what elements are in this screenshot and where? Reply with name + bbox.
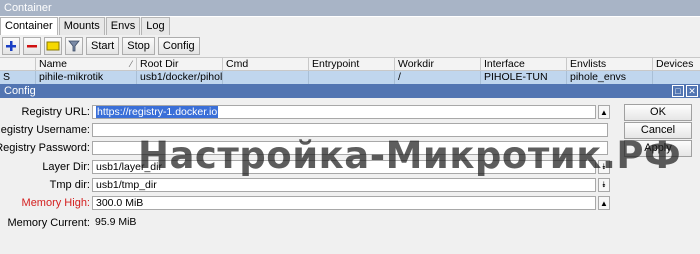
tmp-dir-label: Tmp dir: xyxy=(49,179,90,191)
memory-high-input[interactable]: 300.0 MiB xyxy=(92,196,596,210)
tab-mounts[interactable]: Mounts xyxy=(58,17,105,35)
memory-current-label: Memory Current: xyxy=(7,217,90,229)
config-button[interactable]: Config xyxy=(157,37,200,55)
registry-password-label: Registry Password: xyxy=(0,142,90,154)
memory-current-value: 95.9 MiB xyxy=(95,216,137,228)
registry-url-collapse-button[interactable]: ▲ xyxy=(598,105,610,119)
comment-button[interactable] xyxy=(44,37,62,55)
start-button[interactable]: Start xyxy=(86,37,120,55)
column-header-devices[interactable]: Devices xyxy=(653,58,700,70)
close-icon: ✕ xyxy=(688,86,696,96)
minus-icon xyxy=(27,45,37,48)
dialog-title: Config xyxy=(4,85,36,97)
row-flag: S xyxy=(0,71,36,84)
triangle-up-icon: ▲ xyxy=(600,107,608,117)
field-tmp-dir: Tmp dir: usb1/tmp_dir ⯯ xyxy=(0,177,620,193)
table-header: Name ⁄ Root Dir Cmd Entrypoint Workdir I… xyxy=(0,57,700,71)
memory-high-label: Memory High: xyxy=(21,197,90,209)
row-entrypoint xyxy=(309,71,395,84)
row-envlists: pihole_envs xyxy=(567,71,653,84)
window-title: Container xyxy=(0,0,700,16)
column-header-flag[interactable] xyxy=(0,58,36,70)
column-header-entrypoint[interactable]: Entrypoint xyxy=(309,58,395,70)
registry-url-input[interactable]: https://registry-1.docker.io xyxy=(92,105,596,119)
row-name: pihile-mikrotik xyxy=(36,71,137,84)
tab-bar: Container Mounts Envs Log xyxy=(0,17,700,35)
comment-icon xyxy=(46,41,60,51)
row-workdir: / xyxy=(395,71,481,84)
sort-icon: ⁄ xyxy=(130,59,132,69)
row-devices xyxy=(653,71,700,84)
stop-button[interactable]: Stop xyxy=(122,37,155,55)
toolbar: Start Stop Config xyxy=(0,35,700,57)
close-button[interactable]: ✕ xyxy=(686,85,698,97)
column-header-workdir[interactable]: Workdir xyxy=(395,58,481,70)
registry-url-value: https://registry-1.docker.io xyxy=(96,106,219,118)
column-header-cmd[interactable]: Cmd xyxy=(223,58,309,70)
registry-username-label: Registry Username: xyxy=(0,124,90,136)
column-header-interface[interactable]: Interface xyxy=(481,58,567,70)
row-root-dir: usb1/docker/pihol... xyxy=(137,71,223,84)
column-header-root-dir[interactable]: Root Dir xyxy=(137,58,223,70)
field-registry-url: Registry URL: https://registry-1.docker.… xyxy=(0,104,620,120)
tab-log[interactable]: Log xyxy=(141,17,170,35)
filter-icon xyxy=(68,40,80,52)
field-memory-current: Memory Current: 95.9 MiB xyxy=(0,215,620,231)
table-row[interactable]: S pihile-mikrotik usb1/docker/pihol... /… xyxy=(0,71,700,84)
column-header-name-label: Name xyxy=(39,58,68,70)
field-memory-high: Memory High: 300.0 MiB ▲ xyxy=(0,195,620,211)
maximize-button[interactable]: □ xyxy=(672,85,684,97)
plus-icon xyxy=(6,41,16,51)
watermark: Настройка-Микротик.РФ xyxy=(138,134,682,177)
remove-button[interactable] xyxy=(23,37,41,55)
memory-high-collapse-button[interactable]: ▲ xyxy=(598,196,610,210)
add-button[interactable] xyxy=(2,37,20,55)
tab-envs[interactable]: Envs xyxy=(105,17,141,35)
row-interface: PIHOLE-TUN xyxy=(481,71,567,84)
layer-dir-label: Layer Dir: xyxy=(42,161,90,173)
double-down-icon: ⯯ xyxy=(601,180,607,189)
tab-container[interactable]: Container xyxy=(0,17,58,35)
dialog-title-bar[interactable]: Config □ ✕ xyxy=(0,84,700,98)
column-header-envlists[interactable]: Envlists xyxy=(567,58,653,70)
tmp-dir-input[interactable]: usb1/tmp_dir xyxy=(92,178,596,192)
column-header-name[interactable]: Name ⁄ xyxy=(36,58,137,70)
filter-button[interactable] xyxy=(65,37,83,55)
row-cmd xyxy=(223,71,309,84)
maximize-icon: □ xyxy=(675,86,681,96)
registry-url-label: Registry URL: xyxy=(21,106,90,118)
triangle-up-icon: ▲ xyxy=(600,198,608,208)
ok-button[interactable]: OK xyxy=(624,104,692,121)
tmp-dir-expand-button[interactable]: ⯯ xyxy=(598,178,610,192)
